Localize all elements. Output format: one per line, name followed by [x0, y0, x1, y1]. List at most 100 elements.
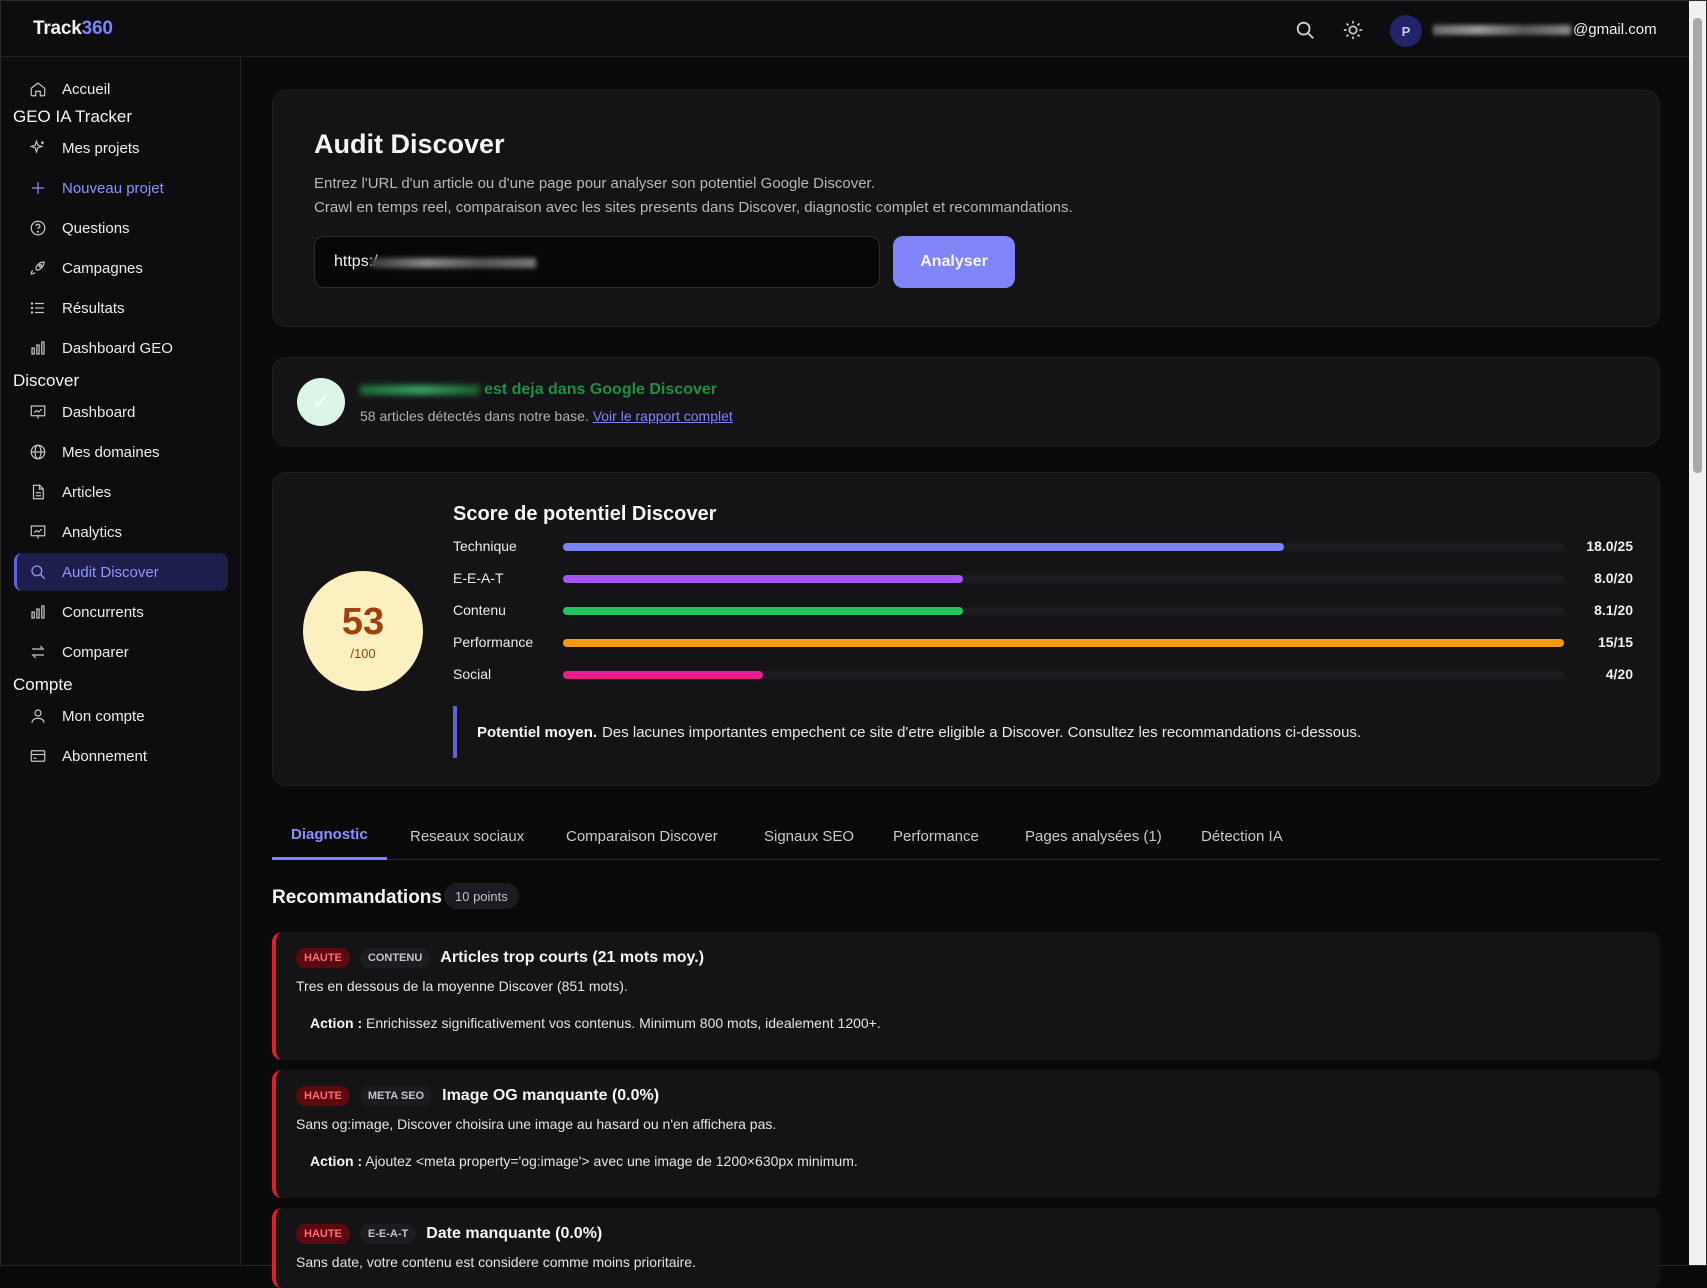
- credit-card-icon: [30, 750, 46, 762]
- recommendation-header: HAUTE META SEO Image OG manquante (0.0%): [296, 1086, 659, 1106]
- sidebar-item-label: Résultats: [62, 299, 125, 317]
- sidebar-item-articles[interactable]: Articles: [14, 473, 228, 511]
- page-title: Audit Discover: [314, 129, 505, 159]
- sidebar-item-audit-discover[interactable]: Audit Discover: [14, 553, 228, 591]
- score-bar-track: [563, 575, 1564, 583]
- score-bar-label: Technique: [453, 538, 517, 554]
- score-bar-value: 4/20: [1605, 666, 1633, 682]
- discover-status-title: est deja dans Google Discover: [360, 381, 717, 399]
- sidebar-item-comparer[interactable]: Comparer: [14, 633, 228, 671]
- score-bar-value: 8.0/20: [1594, 570, 1633, 586]
- score-title: Score de potentiel Discover: [453, 503, 717, 525]
- discover-status-description: 58 articles détectés dans notre base. Vo…: [360, 408, 733, 424]
- recommendations-title: Recommandations: [272, 887, 442, 908]
- sidebar-item-label: Mes projets: [62, 139, 140, 157]
- tab-pages-analysees[interactable]: Pages analysées (1): [1025, 812, 1162, 860]
- file-text-icon: [32, 484, 44, 500]
- page-subtitle-1: Entrez l'URL d'un article ou d'une page …: [314, 175, 875, 192]
- recommendation-card: HAUTE E-E-A-T Date manquante (0.0%) Sans…: [272, 1208, 1660, 1288]
- verdict-text: Des lacunes importantes empechent ce sit…: [602, 723, 1362, 741]
- tabs-bar: Diagnostic Reseaux sociaux Comparaison D…: [272, 812, 1660, 860]
- recommendation-action: Action : Ajoutez <meta property='og:imag…: [310, 1153, 858, 1169]
- analyse-button[interactable]: Analyser: [893, 236, 1015, 288]
- score-bar-value: 18.0/25: [1586, 538, 1633, 554]
- section-label-geo: GEO IA Tracker: [13, 107, 133, 126]
- sidebar-item-dashboard[interactable]: Dashboard: [14, 393, 228, 431]
- recommendation-description: Sans date, votre contenu est considere c…: [296, 1254, 696, 1270]
- score-bar-value: 15/15: [1597, 634, 1633, 650]
- articles-count-text: 58 articles détectés dans notre base.: [360, 408, 589, 424]
- category-badge: CONTENU: [359, 948, 431, 968]
- tab-reseaux-sociaux[interactable]: Reseaux sociaux: [410, 812, 524, 860]
- recommendation-card: HAUTE META SEO Image OG manquante (0.0%)…: [272, 1070, 1660, 1198]
- sidebar-item-label: Audit Discover: [62, 563, 159, 581]
- score-bar-label: Performance: [453, 634, 534, 650]
- globe-icon: [30, 444, 46, 460]
- score-bar-track: [563, 607, 1564, 615]
- sidebar-item-mes-projets[interactable]: Mes projets: [14, 129, 228, 167]
- sidebar-item-nouveau-projet[interactable]: Nouveau projet: [14, 169, 228, 207]
- sun-icon[interactable]: [1342, 19, 1364, 41]
- category-badge: E-E-A-T: [359, 1224, 417, 1244]
- brand-logo[interactable]: Track360: [33, 18, 113, 40]
- tab-diagnostic[interactable]: Diagnostic: [272, 812, 387, 860]
- action-label: Action :: [310, 1015, 363, 1031]
- sidebar-item-label: Articles: [62, 483, 112, 501]
- sidebar-item-mon-compte[interactable]: Mon compte: [14, 697, 228, 735]
- score-bar-track: [563, 543, 1564, 551]
- score-bar-fill: [563, 543, 1284, 551]
- score-card: 53 /100 Score de potentiel Discover Tech…: [272, 472, 1660, 786]
- sidebar-item-mes-domaines[interactable]: Mes domaines: [14, 433, 228, 471]
- brand-number: 360: [81, 18, 113, 39]
- brand-name: Track: [33, 18, 82, 39]
- recommendation-action: Action : Enrichissez significativement v…: [310, 1015, 881, 1031]
- top-bar: Track360 P @gmail.com: [1, 1, 1689, 57]
- tab-performance[interactable]: Performance: [893, 812, 979, 860]
- sidebar-item-dashboard-geo[interactable]: Dashboard GEO: [14, 329, 228, 367]
- discover-status-text: est deja dans Google Discover: [484, 381, 717, 398]
- sidebar-item-resultats[interactable]: Résultats: [14, 289, 228, 327]
- verdict-strong: Potentiel moyen.: [477, 723, 598, 741]
- bar-chart-icon: [31, 341, 45, 355]
- sidebar-item-questions[interactable]: Questions: [14, 209, 228, 247]
- scrollbar-thumb[interactable]: [1693, 18, 1702, 473]
- url-input[interactable]: [314, 236, 880, 288]
- sidebar: Accueil GEO IA Tracker Mes projets Nouve…: [1, 57, 241, 1265]
- sidebar-item-label: Mes domaines: [62, 443, 160, 461]
- sidebar-item-label: Dashboard: [62, 403, 136, 421]
- home-icon: [30, 82, 46, 97]
- tab-detection-ia[interactable]: Détection IA: [1201, 812, 1283, 860]
- sidebar-item-abonnement[interactable]: Abonnement: [14, 737, 228, 775]
- discover-status-card: ✓ est deja dans Google Discover 58 artic…: [272, 357, 1660, 446]
- full-report-link[interactable]: Voir le rapport complet: [593, 408, 733, 424]
- sidebar-item-campagnes[interactable]: Campagnes: [14, 249, 228, 287]
- tab-comparaison-discover[interactable]: Comparaison Discover: [566, 812, 718, 860]
- sidebar-item-label: Comparer: [62, 643, 129, 661]
- tab-signaux-seo[interactable]: Signaux SEO: [764, 812, 854, 860]
- recommendation-title: Image OG manquante (0.0%): [442, 1087, 660, 1104]
- search-icon[interactable]: [1294, 19, 1316, 41]
- score-bar-row: Social 4/20: [453, 665, 1633, 685]
- score-gauge: 53 /100: [303, 571, 423, 691]
- section-label-compte: Compte: [13, 675, 73, 694]
- sidebar-item-analytics[interactable]: Analytics: [14, 513, 228, 551]
- user-email[interactable]: @gmail.com: [1433, 21, 1657, 38]
- sidebar-item-accueil[interactable]: Accueil: [14, 70, 228, 108]
- priority-badge: HAUTE: [296, 948, 350, 968]
- redacted-email: [1433, 25, 1571, 36]
- recommendation-description: Tres en dessous de la moyenne Discover (…: [296, 978, 628, 994]
- sidebar-item-label: Analytics: [62, 523, 123, 541]
- avatar[interactable]: P: [1390, 15, 1422, 47]
- score-value: 53: [341, 600, 385, 643]
- redacted-domain: [360, 384, 480, 395]
- arrows-swap-icon: [31, 645, 45, 659]
- score-bar-fill: [563, 639, 1564, 647]
- sidebar-item-concurrents[interactable]: Concurrents: [14, 593, 228, 631]
- analytics-icon: [30, 525, 46, 539]
- sidebar-item-label: Concurrents: [62, 603, 144, 621]
- score-bar-track: [563, 639, 1564, 647]
- score-bar-row: Performance 15/15: [453, 633, 1633, 653]
- sidebar-item-label: Dashboard GEO: [62, 339, 173, 357]
- score-bar-track: [563, 671, 1564, 679]
- priority-badge: HAUTE: [296, 1086, 350, 1106]
